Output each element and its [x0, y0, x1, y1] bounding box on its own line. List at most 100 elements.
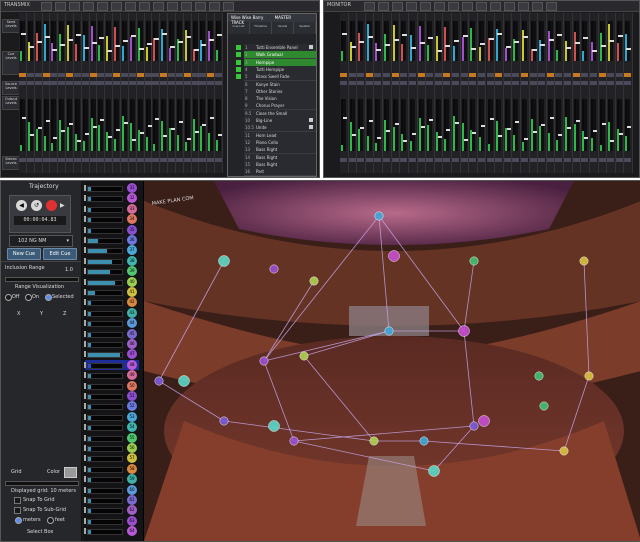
channel-label[interactable] — [42, 81, 50, 85]
range-selected-radio[interactable] — [45, 294, 52, 301]
channel-label[interactable] — [607, 158, 615, 162]
toolbar-button[interactable] — [392, 2, 403, 11]
source-level-bar[interactable] — [87, 498, 123, 504]
channel-fader[interactable] — [342, 21, 347, 61]
channel-label[interactable] — [97, 73, 105, 77]
output-fader[interactable] — [75, 99, 81, 151]
source-level-bar[interactable] — [87, 508, 123, 515]
channel-label[interactable] — [160, 158, 168, 162]
output-fader[interactable] — [170, 99, 176, 151]
channel-label[interactable] — [417, 158, 425, 162]
fader-knob[interactable] — [217, 34, 223, 36]
cue-tab[interactable]: Cue List — [228, 22, 250, 34]
channel-fader[interactable] — [36, 21, 42, 61]
source-level-bar[interactable] — [87, 425, 123, 432]
output-fader[interactable] — [376, 99, 382, 151]
channel-label[interactable] — [426, 73, 434, 77]
channel-label[interactable] — [572, 158, 580, 162]
range-off-radio[interactable] — [5, 294, 12, 301]
source-toggle[interactable] — [84, 320, 86, 327]
channel-fader[interactable] — [138, 21, 144, 61]
channel-label[interactable] — [34, 81, 42, 85]
toolbar-button[interactable] — [139, 2, 150, 11]
source-number-badge[interactable]: 58 — [127, 463, 137, 474]
channel-fader[interactable] — [497, 21, 503, 61]
channel-label[interactable] — [26, 158, 34, 162]
channel-fader[interactable] — [28, 21, 34, 61]
channel-fader[interactable] — [217, 21, 223, 61]
channel-fader[interactable] — [566, 21, 572, 61]
fader-knob[interactable] — [419, 42, 425, 44]
fader-knob[interactable] — [574, 42, 580, 44]
channel-label[interactable] — [495, 81, 503, 85]
source-row[interactable]: 55 — [84, 432, 139, 443]
toolbar-button[interactable] — [209, 2, 220, 11]
channel-label[interactable] — [42, 158, 50, 162]
output-fader[interactable] — [209, 99, 215, 151]
record-button[interactable] — [46, 200, 57, 211]
source-number-badge[interactable]: 55 — [127, 432, 137, 443]
channel-fader[interactable] — [583, 21, 589, 61]
channel-label[interactable] — [460, 81, 468, 85]
source-level-bar[interactable] — [87, 404, 123, 411]
source-marker[interactable] — [469, 256, 479, 266]
channel-label[interactable] — [529, 158, 537, 162]
channel-fader[interactable] — [83, 21, 89, 61]
channel-label[interactable] — [66, 73, 74, 77]
source-level-bar[interactable] — [87, 352, 123, 359]
cue-check-icon[interactable] — [236, 45, 241, 50]
channel-label[interactable] — [469, 81, 477, 85]
channel-fader[interactable] — [548, 21, 554, 61]
source-row[interactable]: 52 — [84, 401, 139, 412]
toolbar-button[interactable] — [532, 2, 543, 11]
source-row[interactable]: 61 — [84, 495, 139, 505]
fader-knob[interactable] — [385, 44, 391, 46]
source-row[interactable]: 34 — [84, 214, 139, 225]
source-marker[interactable] — [259, 356, 269, 366]
channel-label[interactable] — [546, 81, 554, 85]
channel-label[interactable] — [66, 158, 74, 162]
source-marker[interactable] — [218, 255, 230, 267]
meters-radio[interactable] — [15, 517, 22, 524]
source-number-badge[interactable]: 32 — [127, 193, 137, 204]
channel-fader[interactable] — [21, 21, 26, 61]
channel-label[interactable] — [400, 158, 408, 162]
fader-knob[interactable] — [471, 48, 477, 50]
channel-fader[interactable] — [376, 21, 382, 61]
channel-label[interactable] — [19, 73, 26, 77]
toolbar-button[interactable] — [41, 2, 52, 11]
output-fader[interactable] — [60, 99, 66, 151]
source-toggle[interactable] — [84, 393, 86, 399]
source-row[interactable]: 46 — [84, 339, 139, 349]
toolbar-button[interactable] — [462, 2, 473, 11]
fader-knob[interactable] — [522, 36, 528, 38]
source-level-bar[interactable] — [87, 269, 123, 276]
channel-label[interactable] — [564, 158, 572, 162]
cue-tab[interactable]: Sends — [272, 22, 294, 34]
source-toggle[interactable] — [84, 216, 86, 223]
channel-fader[interactable] — [462, 21, 468, 61]
channel-fader[interactable] — [428, 21, 434, 61]
range-on-radio[interactable] — [25, 294, 32, 301]
source-toggle[interactable] — [84, 413, 86, 420]
channel-label[interactable] — [136, 81, 144, 85]
channel-label[interactable] — [340, 158, 347, 162]
source-toggle[interactable] — [84, 507, 86, 514]
output-fader[interactable] — [36, 99, 42, 151]
source-toggle[interactable] — [84, 299, 86, 306]
source-marker[interactable] — [419, 436, 429, 446]
channel-label[interactable] — [340, 73, 347, 77]
channel-label[interactable] — [486, 81, 494, 85]
source-level-bar[interactable] — [87, 248, 123, 255]
source-marker[interactable] — [309, 276, 319, 286]
channel-label[interactable] — [555, 158, 563, 162]
channel-label[interactable] — [191, 73, 199, 77]
source-number-badge[interactable]: 42 — [127, 297, 137, 308]
toolbar-button[interactable] — [490, 2, 501, 11]
source-number-badge[interactable]: 46 — [127, 339, 137, 349]
source-number-badge[interactable]: 33 — [127, 203, 137, 214]
fader-knob[interactable] — [359, 41, 365, 43]
rewind-button[interactable]: ◀ — [16, 200, 27, 211]
channel-label[interactable] — [615, 81, 623, 85]
toolbar-button[interactable] — [195, 2, 206, 11]
